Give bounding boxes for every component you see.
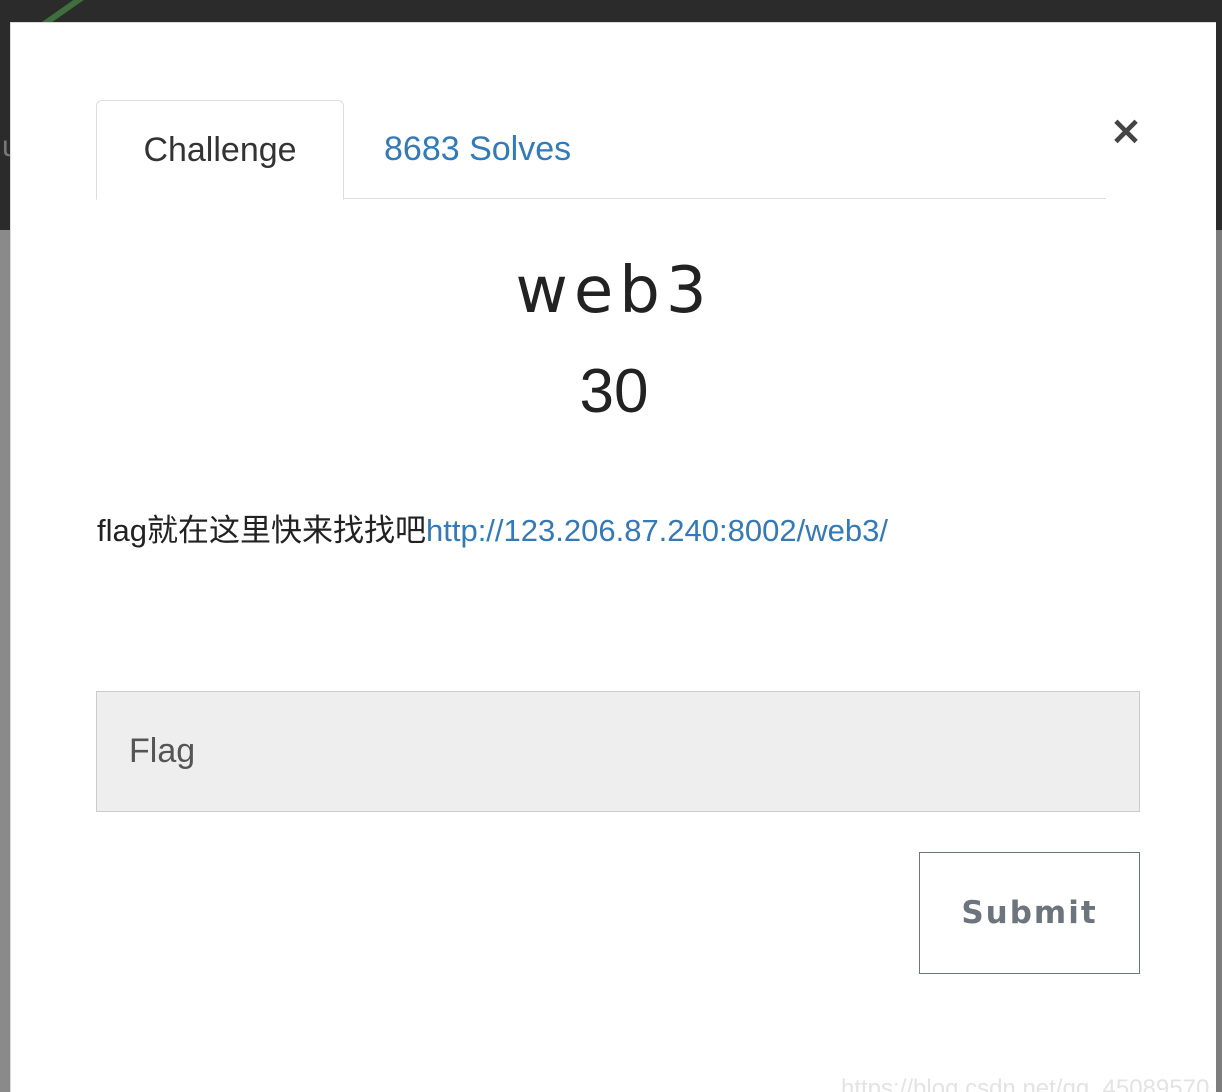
watermark: https://blog.csdn.net/qq_45089570: [841, 1075, 1210, 1092]
description-text: flag就在这里快来找找吧: [97, 513, 426, 548]
submit-button[interactable]: Submit: [919, 852, 1140, 974]
challenge-name: web3: [515, 254, 713, 328]
flag-input[interactable]: [96, 691, 1140, 812]
tab-solves[interactable]: 8683 Solves: [384, 100, 571, 199]
challenge-link[interactable]: http://123.206.87.240:8002/web3/: [426, 513, 888, 548]
modal-tabs: Challenge 8683 Solves: [96, 100, 1106, 200]
tab-challenge[interactable]: Challenge: [96, 100, 344, 200]
challenge-points: 30: [579, 357, 649, 426]
close-icon[interactable]: ×: [1109, 111, 1143, 151]
challenge-description: flag就在这里快来找找吧http://123.206.87.240:8002/…: [97, 511, 1137, 551]
challenge-modal: × Challenge 8683 Solves web3 30 flag就在这里…: [10, 22, 1216, 1092]
